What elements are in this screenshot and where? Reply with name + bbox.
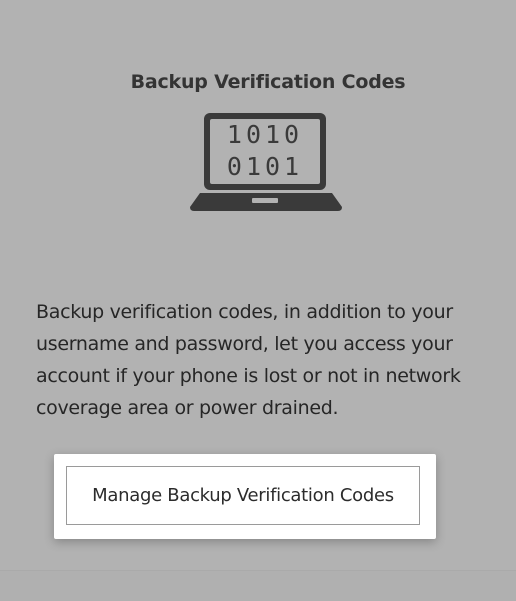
code-line-2: 0101 [227, 152, 303, 181]
manage-button-highlight: Manage Backup Verification Codes [54, 454, 436, 539]
laptop-trackpad [252, 198, 278, 203]
laptop-binary-icon: 1010 0101 [190, 113, 342, 211]
code-line-1: 1010 [227, 120, 303, 149]
backup-codes-panel: Backup Verification Codes 1010 0101 Back… [0, 0, 516, 601]
section-title: Backup Verification Codes [130, 71, 406, 93]
manage-backup-codes-button[interactable]: Manage Backup Verification Codes [66, 466, 420, 525]
section-description: Backup verification codes, in addition t… [36, 301, 461, 419]
bottom-strip [0, 570, 516, 601]
